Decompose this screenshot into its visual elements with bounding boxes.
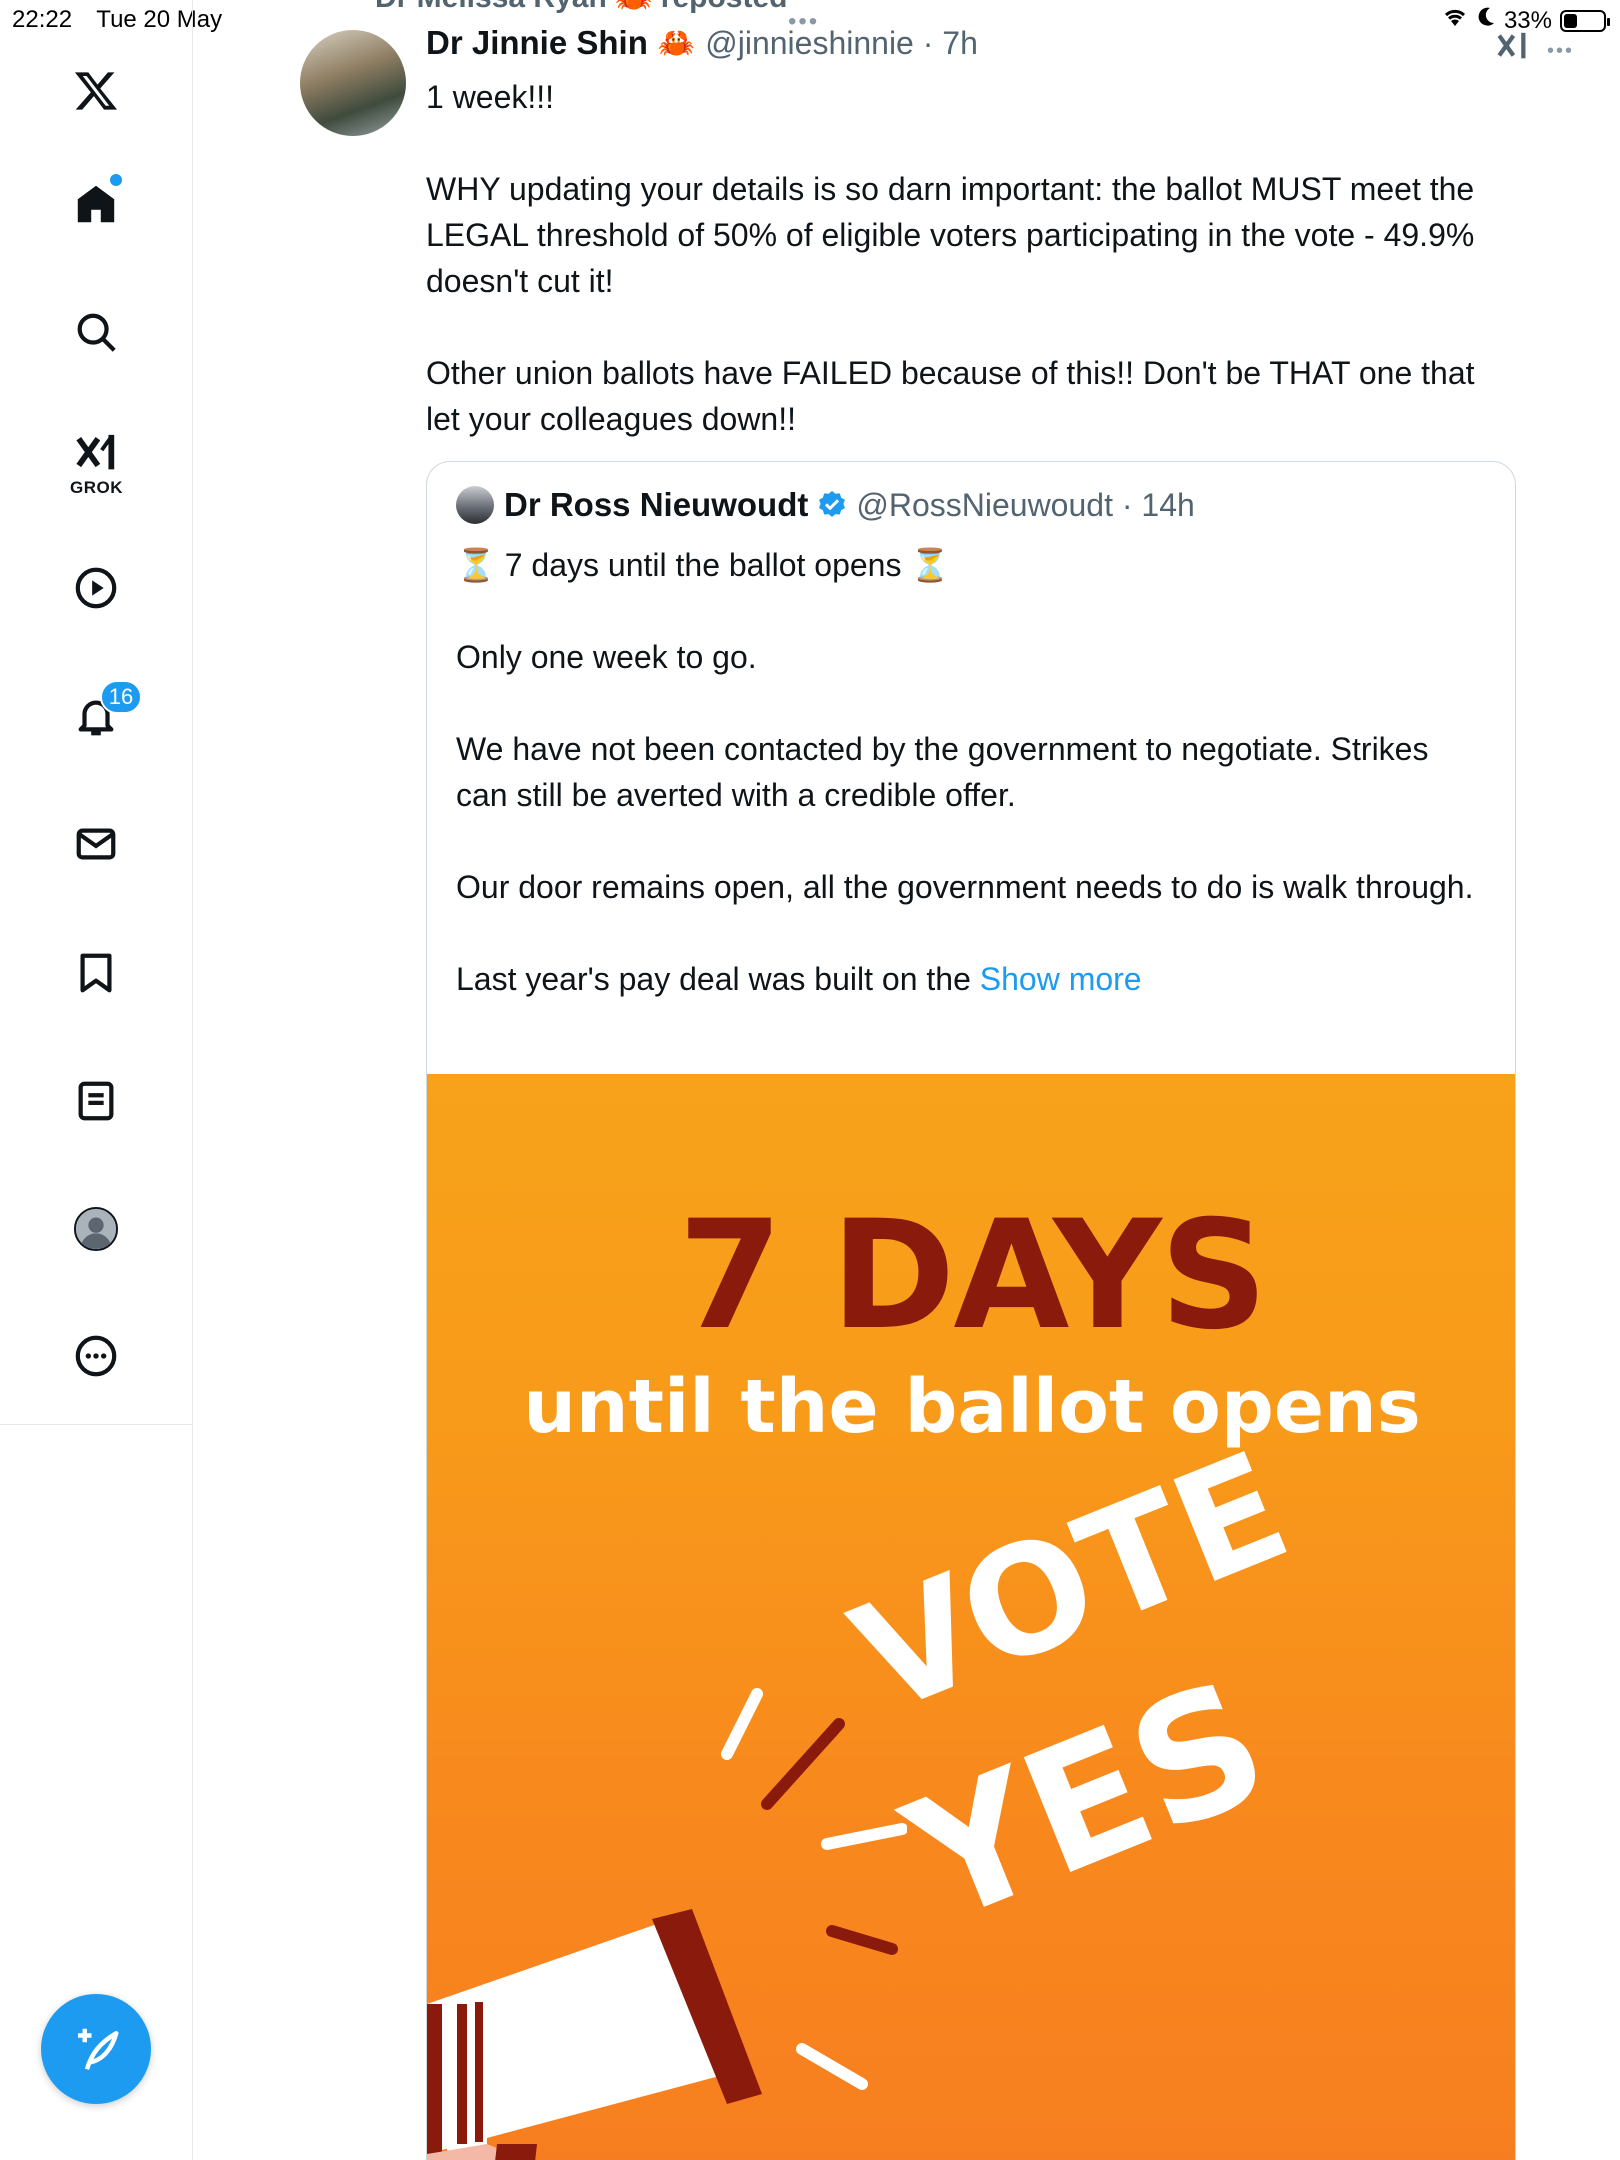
quoted-post-card[interactable]: Dr Ross Nieuwoudt @RossNieuwoudt · 14h ⏳…	[426, 461, 1516, 2160]
grok-label: GROK	[70, 478, 123, 497]
quote-body: ⏳ 7 days until the ballot opens ⏳ Only o…	[456, 542, 1486, 1002]
quote-paragraph: Our door remains open, all the governmen…	[456, 869, 1474, 905]
author-handle-time[interactable]: @jinnieshinnie · 7h	[705, 25, 978, 62]
x-logo-icon[interactable]	[60, 55, 132, 127]
compose-feather-icon	[78, 2028, 119, 2070]
repost-context[interactable]: Dr Melissa Ryan 🦀 reposted	[375, 0, 788, 15]
moon-icon	[1476, 6, 1496, 35]
quote-paragraph: We have not been contacted by the govern…	[456, 731, 1429, 813]
quote-paragraph: ⏳ 7 days until the ballot opens ⏳	[456, 547, 951, 583]
video-icon[interactable]	[60, 552, 132, 624]
crab-emoji: 🦀	[657, 26, 696, 60]
lists-icon[interactable]	[60, 1065, 132, 1137]
verified-badge-icon	[819, 491, 846, 517]
quote-author-name[interactable]: Dr Ross Nieuwoudt	[504, 486, 808, 524]
post-header-actions: •••	[1495, 30, 1574, 73]
more-icon[interactable]	[60, 1320, 132, 1392]
profile-icon[interactable]	[60, 1193, 132, 1265]
sidebar: GROK 16	[0, 0, 193, 1425]
post-paragraph: Other union ballots have FAILED because …	[426, 355, 1475, 437]
poster-subline: until the ballot opens	[523, 1364, 1421, 1450]
quote-truncated-text: Last year's pay deal was built on the	[456, 961, 980, 997]
notifications-icon[interactable]: 16	[60, 680, 142, 752]
quote-author-avatar[interactable]	[456, 486, 494, 524]
post-more-icon[interactable]: •••	[1547, 40, 1574, 63]
home-icon[interactable]	[60, 168, 132, 240]
post-body: 1 week!!! WHY updating your details is s…	[426, 74, 1516, 442]
wifi-icon	[1442, 6, 1468, 35]
sidebar-divider	[192, 1425, 193, 2160]
notifications-badge: 16	[100, 680, 142, 714]
poster-image[interactable]: 7 DAYS until the ballot opens VOTE YES	[427, 1074, 1515, 2160]
battery-icon	[1560, 9, 1610, 32]
search-icon[interactable]	[60, 296, 132, 368]
grok-explain-icon[interactable]	[1495, 30, 1529, 73]
quote-last-line: Last year's pay deal was built on the Sh…	[456, 956, 1486, 1002]
quote-paragraph: Only one week to go.	[456, 639, 757, 675]
messages-icon[interactable]	[60, 808, 132, 880]
quote-header: Dr Ross Nieuwoudt @RossNieuwoudt · 14h	[456, 486, 1195, 524]
poster-headline: 7 DAYS	[678, 1189, 1268, 1363]
quote-author-handle-time[interactable]: @RossNieuwoudt · 14h	[856, 487, 1194, 524]
author-name[interactable]: Dr Jinnie Shin	[426, 24, 648, 62]
post-paragraph: WHY updating your details is so darn imp…	[426, 171, 1475, 299]
show-more-link[interactable]: Show more	[980, 961, 1142, 997]
megaphone-icon	[427, 1688, 907, 2160]
author-avatar[interactable]	[300, 30, 406, 136]
compose-post-button[interactable]	[41, 1994, 151, 2104]
bookmarks-icon[interactable]	[60, 937, 132, 1009]
post-header: Dr Jinnie Shin 🦀 @jinnieshinnie · 7h	[426, 24, 978, 62]
post-paragraph: 1 week!!!	[426, 79, 555, 115]
home-unread-dot	[110, 174, 122, 186]
